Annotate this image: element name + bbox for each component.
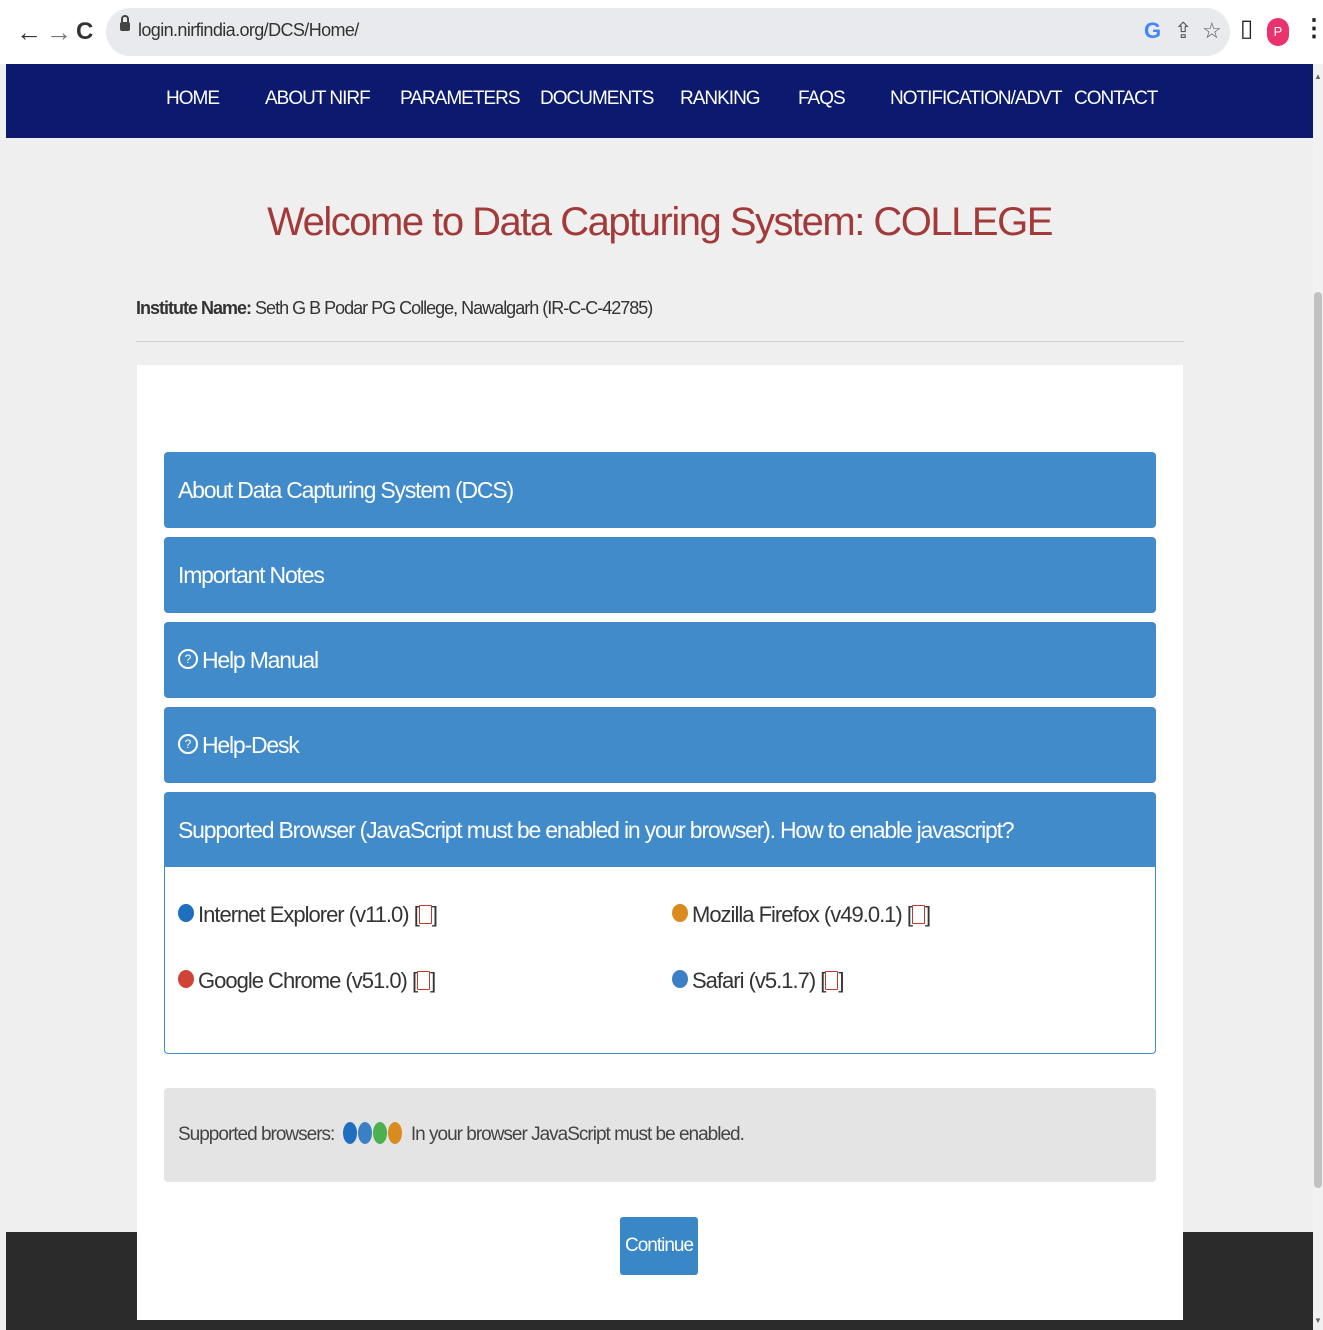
safari-icon: [357, 1121, 372, 1144]
nav-notification-advt[interactable]: NOTIFICATION/ADVT: [890, 88, 1063, 110]
question-circle-icon: ?: [178, 733, 198, 754]
forward-arrow-icon[interactable]: →: [46, 14, 72, 50]
page-title: Welcome to Data Capturing System: COLLEG…: [267, 200, 1053, 244]
institute-info: Institute Name: Seth G B Podar PG Colleg…: [136, 298, 653, 319]
pdf-icon: [825, 970, 839, 990]
profile-avatar[interactable]: P: [1267, 18, 1289, 46]
chrome-pdf-link[interactable]: []: [412, 968, 436, 993]
safari-pdf-link[interactable]: []: [820, 968, 844, 993]
browser-toolbar: ← → C login.nirfindia.org/DCS/Home/ G ⇪ …: [0, 0, 1323, 64]
browser-item-chrome: Google Chrome (v51.0) []: [178, 968, 436, 994]
divider: [136, 341, 1184, 342]
ie-pdf-link[interactable]: []: [414, 902, 438, 927]
main-navbar: HOME ABOUT NIRF PARAMETERS DOCUMENTS RAN…: [6, 64, 1313, 138]
question-circle-icon: ?: [178, 648, 198, 669]
nav-faqs[interactable]: FAQS: [798, 88, 846, 110]
institute-name: Seth G B Podar PG College, Nawalgarh (IR…: [255, 298, 653, 318]
reload-icon[interactable]: C: [76, 14, 93, 50]
browser-name: Safari (v5.1.7): [692, 968, 816, 993]
panel-help-manual-label: Help Manual: [202, 647, 319, 673]
panel-important-notes[interactable]: Important Notes: [164, 537, 1156, 613]
nav-about-nirf[interactable]: ABOUT NIRF: [265, 88, 371, 110]
firefox-icon: [387, 1121, 402, 1144]
chrome-icon: [178, 970, 194, 989]
safari-icon: [672, 970, 688, 989]
chrome-icon: [372, 1121, 387, 1144]
scroll-up-arrow-icon[interactable]: ▲: [1314, 72, 1322, 81]
menu-kebab-icon[interactable]: ⋮: [1302, 14, 1323, 43]
supported-browser-body: [164, 867, 1156, 1054]
panel-important-notes-label: Important Notes: [178, 562, 325, 588]
browser-item-ie: Internet Explorer (v11.0) []: [178, 902, 438, 928]
ie-icon: [342, 1121, 357, 1144]
pdf-icon: [417, 970, 431, 990]
share-icon[interactable]: ⇪: [1174, 18, 1192, 44]
panel-help-desk-label: Help-Desk: [202, 732, 300, 758]
nav-home[interactable]: HOME: [166, 88, 220, 110]
scroll-down-arrow-icon[interactable]: ▼: [1314, 1316, 1322, 1325]
tab-search-icon[interactable]: ▯: [1240, 14, 1253, 43]
ie-icon: [178, 904, 194, 923]
bookmark-star-icon[interactable]: ☆: [1202, 18, 1222, 44]
notice-prefix: Supported browsers:: [178, 1124, 335, 1146]
institute-label: Institute Name:: [136, 298, 252, 318]
browser-item-firefox: Mozilla Firefox (v49.0.1) []: [672, 902, 931, 928]
back-arrow-icon[interactable]: ←: [16, 14, 42, 50]
nav-ranking[interactable]: RANKING: [680, 88, 761, 110]
nav-documents[interactable]: DOCUMENTS: [540, 88, 654, 110]
supported-browsers-notice: Supported browsers: In your browser Java…: [164, 1088, 1156, 1182]
nav-contact[interactable]: CONTACT: [1074, 88, 1158, 110]
notice-suffix: In your browser JavaScript must be enabl…: [410, 1124, 745, 1146]
scrollbar-thumb[interactable]: [1314, 292, 1322, 1188]
browser-item-safari: Safari (v5.1.7) []: [672, 968, 845, 994]
pdf-icon: [912, 904, 925, 924]
browser-name: Google Chrome (v51.0): [198, 968, 408, 993]
panel-help-desk[interactable]: ? Help-Desk: [164, 707, 1156, 783]
url-text: login.nirfindia.org/DCS/Home/: [138, 20, 359, 40]
panel-supported-browser[interactable]: Supported Browser (JavaScript must be en…: [164, 792, 1156, 868]
browser-name: Mozilla Firefox (v49.0.1): [692, 902, 903, 927]
panel-help-manual[interactable]: ? Help Manual: [164, 622, 1156, 698]
continue-button[interactable]: Continue: [620, 1217, 698, 1275]
browser-icons-group: [342, 1086, 403, 1180]
nav-parameters[interactable]: PARAMETERS: [400, 88, 521, 110]
firefox-icon: [672, 904, 688, 923]
google-translate-icon[interactable]: G: [1144, 18, 1161, 44]
panel-about-dcs-label: About Data Capturing System (DCS): [178, 477, 514, 503]
lock-icon: [120, 15, 130, 31]
browser-name: Internet Explorer (v11.0): [198, 902, 410, 927]
panel-supported-browser-label: Supported Browser (JavaScript must be en…: [178, 817, 1015, 843]
firefox-pdf-link[interactable]: []: [907, 902, 931, 927]
pdf-icon: [418, 904, 432, 924]
address-bar[interactable]: login.nirfindia.org/DCS/Home/ G ⇪ ☆: [106, 8, 1230, 56]
panel-about-dcs[interactable]: About Data Capturing System (DCS): [164, 452, 1156, 528]
